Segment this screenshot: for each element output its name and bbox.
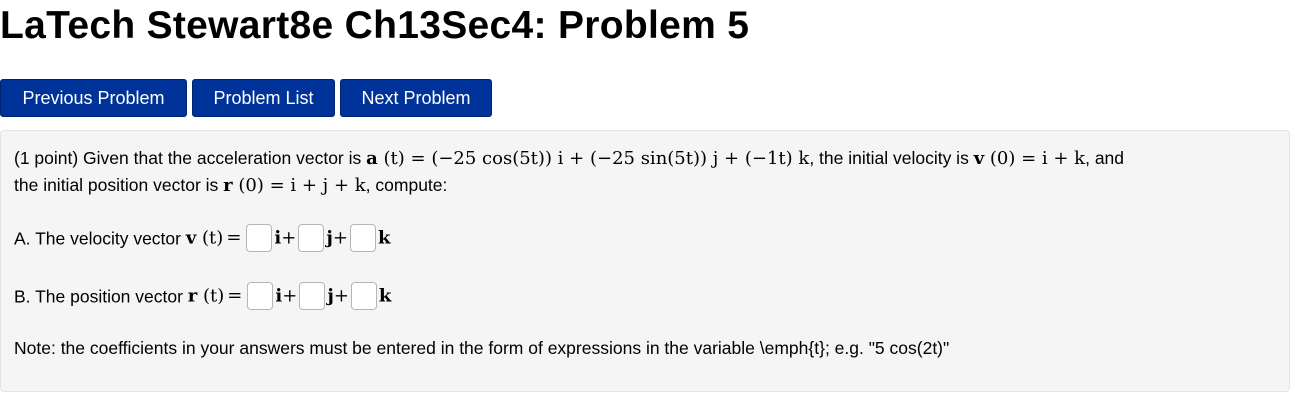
answer-a-j-coefficient[interactable]: [298, 224, 325, 253]
problem-statement-line-2: the initial position vector is r (0) = i…: [14, 173, 447, 198]
part-a-equals: =: [226, 227, 242, 249]
problem-body: (1 point) Given that the acceleration ve…: [0, 130, 1290, 392]
part-a-vector-symbol: v: [185, 227, 197, 249]
part-b-row: B. The position vector r (t) = i+ j+ k: [14, 279, 391, 311]
unit-k: k: [378, 285, 392, 307]
page-title: LaTech Stewart8e Ch13Sec4: Problem 5: [0, 4, 750, 47]
previous-problem-button[interactable]: Previous Problem: [0, 79, 187, 117]
initial-position-expression: (0) = i + j + k: [232, 175, 366, 196]
initial-velocity-expression: (0) = i + k: [984, 148, 1086, 169]
answer-a-i-coefficient[interactable]: [246, 224, 273, 253]
intro-text-3: , and: [1085, 148, 1125, 168]
intro-text-1: (1 point) Given that the acceleration ve…: [14, 148, 367, 168]
plus-sign: +: [282, 285, 298, 307]
next-problem-button[interactable]: Next Problem: [340, 79, 492, 117]
problem-note: Note: the coefficients in your answers m…: [14, 338, 950, 358]
unit-k: k: [377, 227, 391, 249]
answer-a-k-coefficient[interactable]: [349, 224, 376, 253]
problem-list-button[interactable]: Problem List: [192, 79, 335, 117]
plus-sign: +: [281, 227, 297, 249]
position-symbol: r: [223, 175, 233, 196]
part-b-vector-symbol: r: [187, 285, 198, 307]
plus-sign: +: [332, 227, 348, 249]
intro-text-4: the initial position vector is: [14, 175, 224, 195]
answer-b-j-coefficient[interactable]: [299, 282, 326, 311]
intro-text-5: , compute:: [365, 175, 448, 195]
part-b-label: B. The position vector: [14, 286, 188, 307]
part-b-argument: (t): [197, 285, 225, 307]
acceleration-symbol: a: [366, 148, 378, 169]
intro-text-2: , the initial velocity is: [809, 148, 974, 168]
answer-b-k-coefficient[interactable]: [350, 282, 377, 311]
answer-b-i-coefficient[interactable]: [247, 282, 274, 311]
part-a-argument: (t): [196, 227, 224, 249]
velocity-symbol: v: [973, 148, 985, 169]
part-a-label: A. The velocity vector: [14, 228, 186, 249]
part-b-equals: =: [227, 285, 243, 307]
part-a-row: A. The velocity vector v (t) = i+ j+ k: [14, 221, 390, 253]
acceleration-expression: (t) = (−25 cos(5t)) i + (−25 sin(5t)) j …: [377, 148, 810, 169]
problem-statement-line-1: (1 point) Given that the acceleration ve…: [14, 146, 1124, 171]
plus-sign: +: [333, 285, 349, 307]
